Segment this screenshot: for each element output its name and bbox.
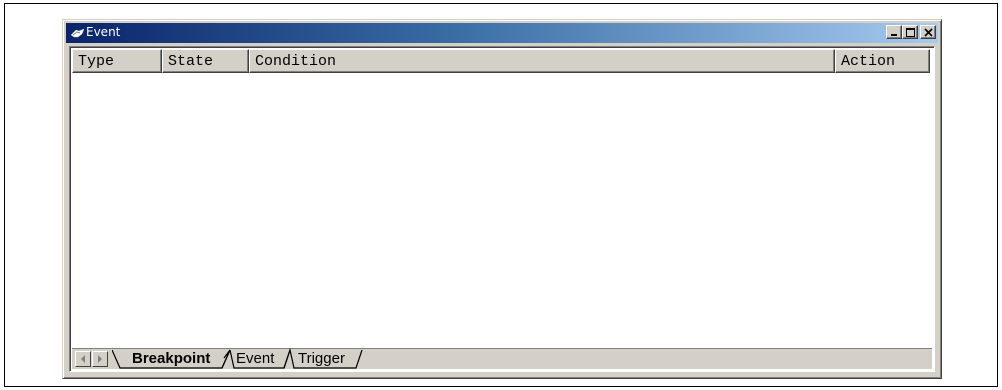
maximize-icon [906, 28, 915, 37]
list-body[interactable] [72, 75, 932, 347]
event-window-icon [70, 28, 85, 38]
close-icon [924, 28, 933, 37]
tab-bar: Breakpoint Event Trigger [72, 348, 932, 369]
maximize-button[interactable] [902, 25, 918, 39]
event-window: Event Type State Condition Action Breakp… [62, 19, 942, 379]
column-header-type[interactable]: Type [72, 49, 162, 73]
scroll-left-icon [81, 355, 85, 363]
minimize-button[interactable] [886, 25, 902, 39]
tab-scroll-left-button[interactable] [75, 351, 91, 367]
event-list: Type State Condition Action Breakpoint E… [69, 46, 935, 372]
column-header-condition[interactable]: Condition [249, 49, 835, 73]
column-header-action[interactable]: Action [835, 49, 930, 73]
window-title: Event [86, 25, 121, 39]
column-header-state[interactable]: State [162, 49, 249, 73]
minimize-icon [891, 34, 897, 36]
tab-scroll-right-button[interactable] [92, 351, 108, 367]
tab-event[interactable]: Event [236, 350, 274, 367]
list-header: Type State Condition Action [72, 49, 932, 75]
tab-breakpoint[interactable]: Breakpoint [132, 350, 210, 367]
tab-trigger[interactable]: Trigger [298, 350, 345, 367]
window-controls [886, 25, 936, 41]
scroll-right-icon [98, 355, 102, 363]
title-bar[interactable]: Event [66, 23, 938, 43]
close-button[interactable] [920, 25, 936, 39]
